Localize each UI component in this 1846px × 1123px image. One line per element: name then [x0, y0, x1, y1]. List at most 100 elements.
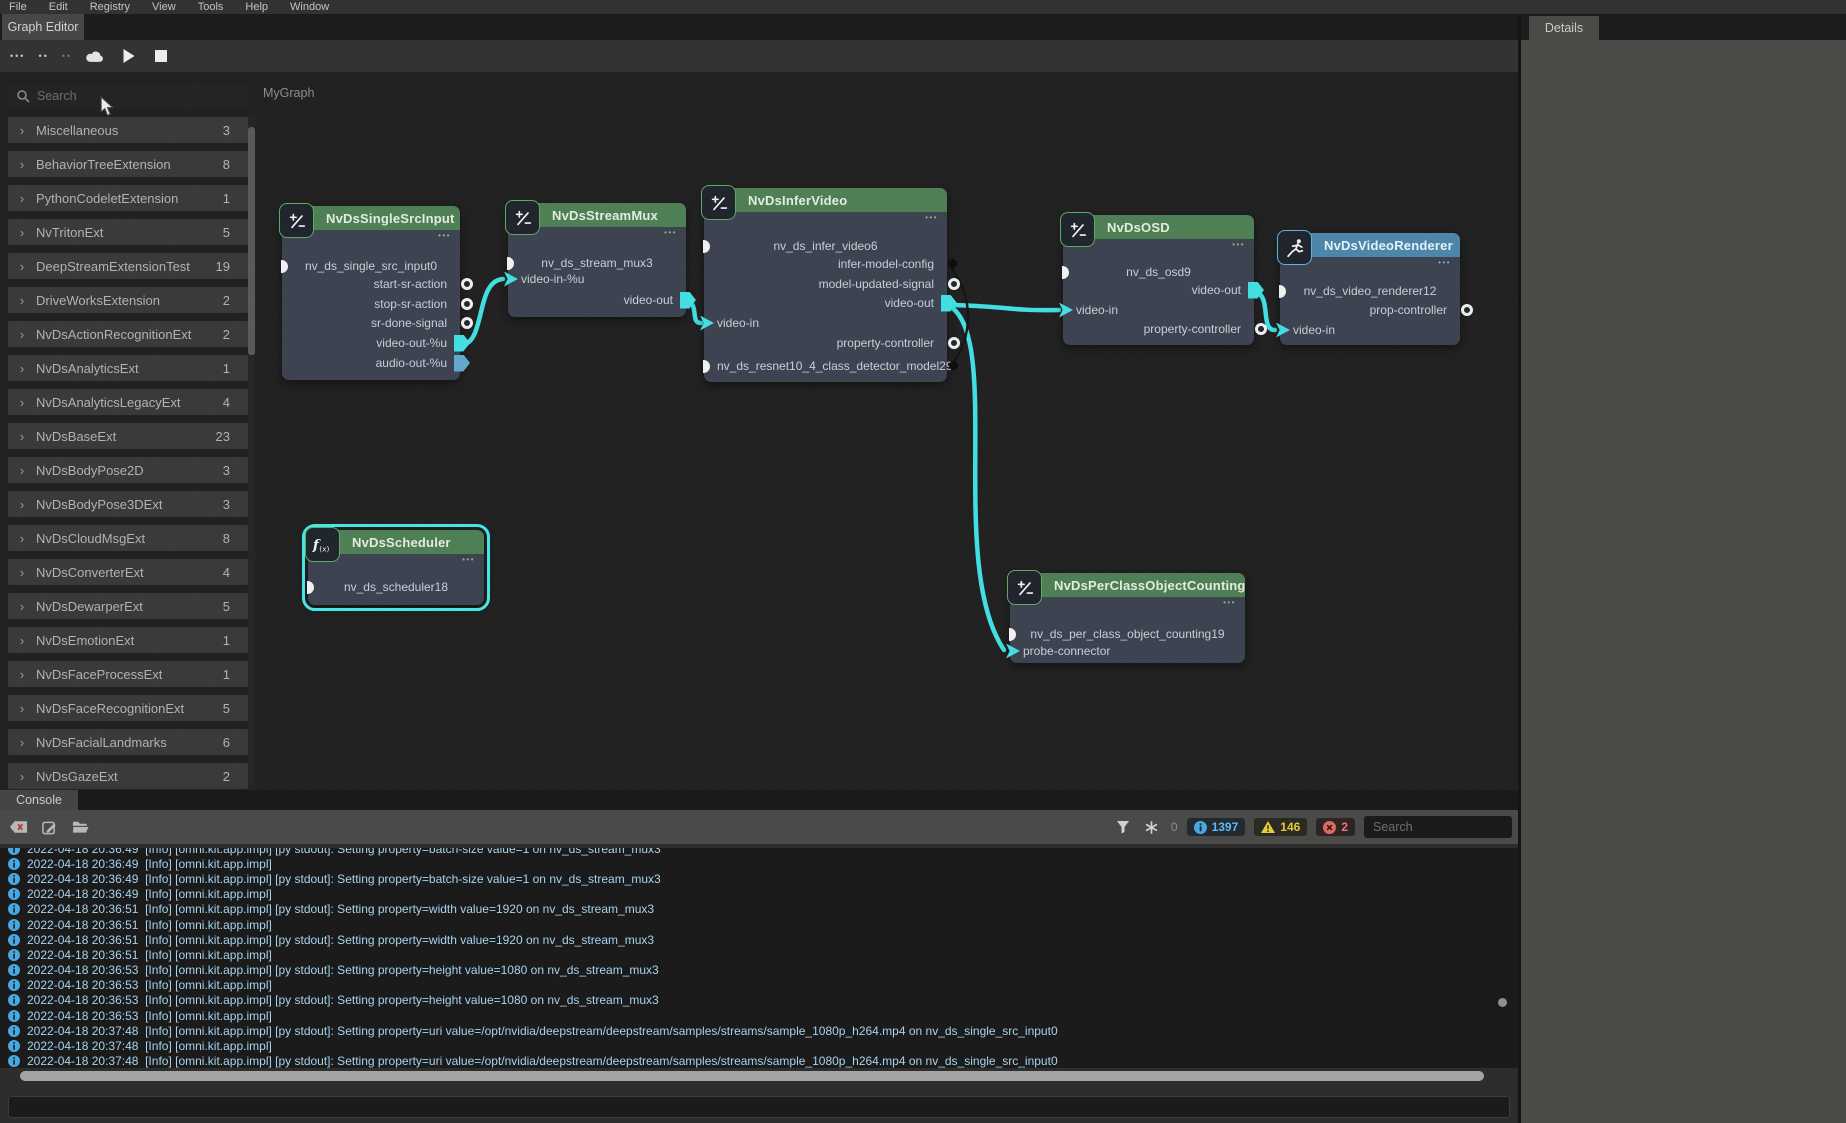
node-options-dots[interactable]: ••• — [438, 231, 451, 240]
palette-item-NvDsBodyPose2D[interactable]: ›NvDsBodyPose2D3 — [8, 457, 248, 483]
menu-item-file[interactable]: File — [9, 1, 27, 13]
port-sr-done-signal[interactable]: sr-done-signal — [282, 315, 460, 331]
palette-scrollbar[interactable] — [248, 117, 255, 790]
log-row[interactable]: 2022-04-18 20:36:49 [Info] [omni.kit.app… — [0, 848, 1518, 856]
palette-item-NvDsActionRecognitionExt[interactable]: ›NvDsActionRecognitionExt2 — [8, 321, 248, 347]
output-tag-marker[interactable] — [1248, 282, 1264, 299]
palette-item-DriveWorksExtension[interactable]: ›DriveWorksExtension2 — [8, 287, 248, 313]
input-arrow-marker[interactable] — [504, 272, 518, 287]
dot-port-marker[interactable] — [948, 259, 957, 268]
instance-port-marker[interactable] — [281, 260, 288, 273]
port-probe-connector[interactable]: probe-connector — [1010, 643, 1245, 659]
log-row[interactable]: 2022-04-18 20:36:49 [Info] [omni.kit.app… — [0, 871, 1518, 886]
warning-count-pill[interactable]: 146 — [1254, 818, 1307, 836]
tab-graph-editor[interactable]: Graph Editor — [2, 14, 84, 40]
port-video-out[interactable]: video-out — [704, 295, 947, 311]
input-arrow-marker[interactable] — [1006, 644, 1020, 659]
input-arrow-marker[interactable] — [1276, 323, 1290, 338]
port-video-out[interactable]: video-out — [1063, 282, 1254, 298]
palette-item-NvDsBaseExt[interactable]: ›NvDsBaseExt23 — [8, 423, 248, 449]
info-count-pill[interactable]: 1397 — [1187, 818, 1246, 836]
log-row[interactable]: 2022-04-18 20:36:51 [Info] [omni.kit.app… — [0, 917, 1518, 932]
log-row[interactable]: 2022-04-18 20:36:51 [Info] [omni.kit.app… — [0, 947, 1518, 962]
ring-port-marker[interactable] — [1461, 304, 1473, 316]
instance-port-marker[interactable] — [1062, 266, 1069, 279]
log-row[interactable]: 2022-04-18 20:37:48 [Info] [omni.kit.app… — [0, 1023, 1518, 1038]
menu-item-registry[interactable]: Registry — [90, 1, 130, 13]
instance-port-marker[interactable] — [703, 240, 710, 253]
instance-port-marker[interactable] — [307, 581, 314, 594]
port-stop-sr-action[interactable]: stop-sr-action — [282, 296, 460, 312]
palette-item-PythonCodeletExtension[interactable]: ›PythonCodeletExtension1 — [8, 185, 248, 211]
output-tag-marker[interactable] — [454, 355, 470, 372]
palette-scrollbar-thumb[interactable] — [248, 127, 255, 355]
node-options-dots[interactable]: ••• — [925, 213, 938, 222]
port-video-out-%u[interactable]: video-out-%u — [282, 335, 460, 351]
clear-console-icon[interactable] — [8, 818, 28, 836]
node-nvds-osd[interactable]: NvDsOSD•••nv_ds_osd9video-outvideo-inpro… — [1063, 215, 1254, 345]
node-options-dots[interactable]: ••• — [1438, 258, 1451, 267]
ring-port-marker[interactable] — [461, 317, 473, 329]
palette-item-Miscellaneous[interactable]: ›Miscellaneous3 — [8, 117, 248, 143]
connected-dot-marker[interactable] — [949, 361, 958, 370]
node-nvds-infer-video[interactable]: NvDsInferVideo•••nv_ds_infer_video6infer… — [704, 188, 947, 382]
filter-funnel-icon[interactable] — [1113, 818, 1133, 836]
toolbar-overflow-dots-2[interactable]: •• — [38, 51, 48, 61]
output-tag-marker[interactable] — [941, 295, 957, 312]
input-arrow-marker[interactable] — [700, 316, 714, 331]
ring-port-marker[interactable] — [461, 278, 473, 290]
palette-search-box[interactable] — [8, 84, 248, 108]
port-video-in[interactable]: video-in — [704, 315, 947, 331]
input-arrow-marker[interactable] — [1059, 303, 1073, 318]
log-row[interactable]: 2022-04-18 20:36:53 [Info] [omni.kit.app… — [0, 978, 1518, 993]
play-button[interactable] — [118, 47, 138, 65]
palette-item-NvDsGazeExt[interactable]: ›NvDsGazeExt2 — [8, 763, 248, 789]
port-video-in[interactable]: video-in — [1063, 302, 1254, 318]
port-video-out[interactable]: video-out — [508, 292, 686, 308]
tab-details[interactable]: Details — [1529, 16, 1599, 40]
palette-item-BehaviorTreeExtension[interactable]: ›BehaviorTreeExtension8 — [8, 151, 248, 177]
menu-item-help[interactable]: Help — [245, 1, 268, 13]
toolbar-overflow-dots-3[interactable]: •• — [62, 51, 72, 61]
edge-nvds-infer-video.video-out-to-nvds-osd.video-in[interactable] — [951, 305, 1059, 310]
palette-item-NvDsFaceRecognitionExt[interactable]: ›NvDsFaceRecognitionExt5 — [8, 695, 248, 721]
port-nv_ds_per_class_object_counting19[interactable]: nv_ds_per_class_object_counting19 — [1010, 626, 1245, 642]
palette-item-NvDsAnalyticsLegacyExt[interactable]: ›NvDsAnalyticsLegacyExt4 — [8, 389, 248, 415]
error-count-pill[interactable]: 2 — [1316, 818, 1355, 836]
node-nvds-stream-mux[interactable]: NvDsStreamMux•••nv_ds_stream_mux3video-i… — [508, 203, 686, 317]
node-nvds-scheduler[interactable]: NvDsSchedulerf(x)•••nv_ds_scheduler18 — [308, 530, 484, 605]
console-command-input[interactable] — [8, 1096, 1510, 1118]
ring-port-marker[interactable] — [948, 278, 960, 290]
port-model-updated-signal[interactable]: model-updated-signal — [704, 276, 947, 292]
palette-item-DeepStreamExtensionTest[interactable]: ›DeepStreamExtensionTest19 — [8, 253, 248, 279]
instance-port-marker[interactable] — [1009, 628, 1016, 641]
node-nvds-single-src-input[interactable]: NvDsSingleSrcInput•••nv_ds_single_src_in… — [282, 206, 460, 380]
node-nvds-per-class-object-counting[interactable]: NvDsPerClassObjectCounting•••nv_ds_per_c… — [1010, 573, 1245, 663]
log-row[interactable]: 2022-04-18 20:36:53 [Info] [omni.kit.app… — [0, 963, 1518, 978]
cloud-button[interactable] — [85, 47, 105, 65]
palette-item-NvDsAnalyticsExt[interactable]: ›NvDsAnalyticsExt1 — [8, 355, 248, 381]
port-video-in[interactable]: video-in — [1280, 322, 1460, 338]
menu-item-tools[interactable]: Tools — [198, 1, 224, 13]
port-property-controller[interactable]: property-controller — [704, 335, 947, 351]
edit-script-icon[interactable] — [39, 818, 59, 836]
port-infer-model-config[interactable]: infer-model-config — [704, 256, 947, 272]
console-log-area[interactable]: 2022-04-18 20:36:49 [Info] [omni.kit.app… — [0, 848, 1518, 1068]
node-options-dots[interactable]: ••• — [462, 555, 475, 564]
output-tag-marker[interactable] — [454, 335, 470, 352]
instance-port-marker[interactable] — [507, 257, 514, 270]
log-row[interactable]: 2022-04-18 20:37:48 [Info] [omni.kit.app… — [0, 1038, 1518, 1053]
instance-port-marker[interactable] — [703, 360, 710, 373]
verbose-asterisk-icon[interactable] — [1142, 818, 1162, 836]
port-nv_ds_resnet10_4_class_detector_model29[interactable]: nv_ds_resnet10_4_class_detector_model29 — [704, 358, 947, 374]
menu-item-edit[interactable]: Edit — [49, 1, 68, 13]
palette-item-NvDsFaceProcessExt[interactable]: ›NvDsFaceProcessExt1 — [8, 661, 248, 687]
log-row[interactable]: 2022-04-18 20:36:49 [Info] [omni.kit.app… — [0, 856, 1518, 871]
log-row[interactable]: 2022-04-18 20:36:53 [Info] [omni.kit.app… — [0, 993, 1518, 1008]
port-nv_ds_single_src_input0[interactable]: nv_ds_single_src_input0 — [282, 258, 460, 274]
edge-nvds-infer-video.video-out-to-nvds-per-class-object-counting.probe-connector[interactable] — [951, 307, 1004, 650]
palette-item-NvDsConverterExt[interactable]: ›NvDsConverterExt4 — [8, 559, 248, 585]
ring-port-marker[interactable] — [1255, 323, 1267, 335]
stop-button[interactable] — [151, 47, 171, 65]
toolbar-overflow-dots-1[interactable]: ••• — [10, 51, 25, 61]
